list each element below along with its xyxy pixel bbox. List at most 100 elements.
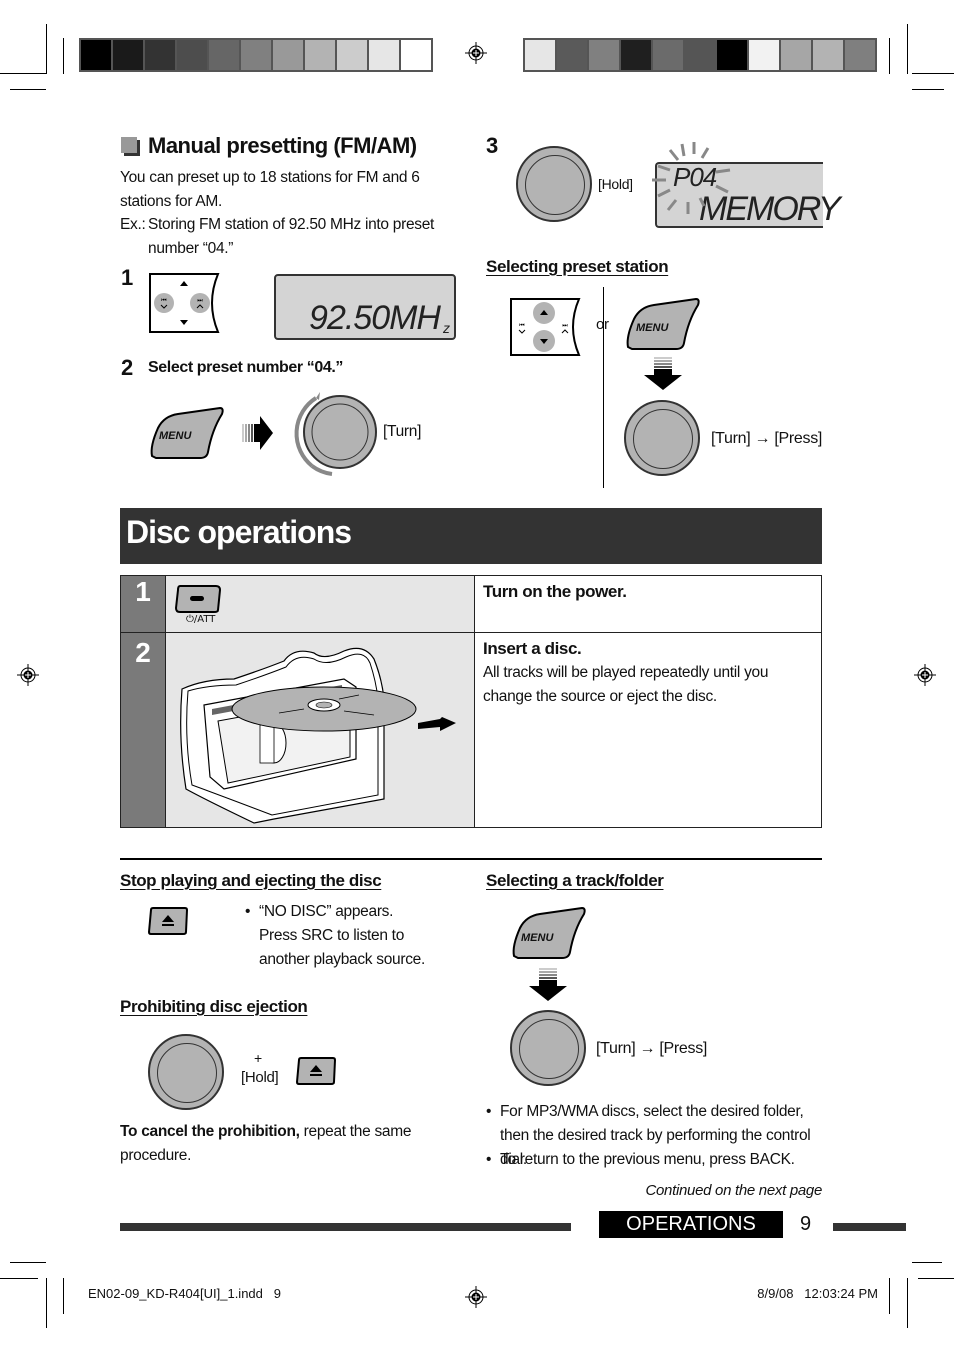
- crop-mark: [63, 38, 64, 74]
- right-arrow-icon: [242, 416, 273, 450]
- crop-mark: [46, 1278, 47, 1328]
- gray-swatch: [177, 40, 207, 70]
- cancel-prohibition-text: To cancel the prohibition, repeat the sa…: [120, 1120, 420, 1168]
- step-illustration: [165, 632, 475, 828]
- disc-operations-banner: Disc operations: [120, 508, 822, 564]
- crop-mark: [0, 73, 46, 74]
- gray-swatch: [685, 40, 715, 70]
- table-row: 2 Insert a disc. All tracks will be play…: [120, 632, 822, 828]
- gray-calibration-bar-right: [523, 38, 877, 72]
- step-illustration: ⏻/ATT: [165, 575, 475, 633]
- seek-pad-icon: ⏮ ⏭: [149, 273, 220, 333]
- step-number: 2: [120, 632, 166, 828]
- crop-mark: [889, 38, 890, 74]
- step-number: 2: [121, 355, 134, 380]
- continued-note: Continued on the next page: [645, 1182, 822, 1199]
- menu-button-label: MENU: [521, 932, 554, 944]
- down-arrow-icon: [644, 357, 682, 390]
- gray-swatch: [305, 40, 335, 70]
- gray-swatch: [749, 40, 779, 70]
- gray-swatch: [273, 40, 303, 70]
- eject-button-icon: [295, 1057, 337, 1085]
- step-number: 1: [120, 575, 166, 633]
- registration-mark-icon: [17, 664, 39, 686]
- down-arrow-icon: [529, 968, 567, 1001]
- gray-swatch: [81, 40, 111, 70]
- selecting-preset-title: Selecting preset station: [486, 257, 669, 276]
- dial-action-turn-press: [Turn] → [Press]: [596, 1040, 708, 1057]
- track-bullet-2: To return to the previous menu, press BA…: [500, 1151, 795, 1168]
- example-label: Ex.:: [120, 216, 146, 233]
- gray-calibration-bar-left: [79, 38, 433, 72]
- svg-text:⏭: ⏭: [197, 297, 203, 304]
- gray-swatch: [145, 40, 175, 70]
- step-text: Turn on the power.: [474, 575, 822, 633]
- section-square-icon: [121, 137, 137, 153]
- step-number: 3: [486, 133, 499, 158]
- control-dial-icon: [516, 146, 592, 222]
- crop-mark: [912, 1262, 942, 1263]
- crop-mark: [907, 24, 908, 74]
- crop-mark: [918, 1278, 954, 1279]
- control-dial-icon: [510, 1010, 586, 1086]
- section-rule: [120, 858, 822, 860]
- control-dial-icon: [624, 400, 700, 476]
- column-divider: [603, 287, 604, 488]
- hold-label: [Hold]: [241, 1069, 279, 1086]
- gray-swatch: [209, 40, 239, 70]
- crop-mark: [912, 89, 944, 90]
- blink-rays-icon: [652, 142, 731, 214]
- svg-text:⏮: ⏮: [161, 297, 167, 304]
- example-text: Storing FM station of 92.50 MHz into pre…: [148, 216, 435, 257]
- bullet-dot: •: [245, 903, 251, 920]
- svg-text:⏮: ⏮: [519, 322, 525, 329]
- disc-steps-table: 1 ⏻/ATT Turn on the power. 2 Insert a di…: [120, 575, 822, 828]
- slug-filename: EN02-09_KD-R404[UI]_1.indd 9: [88, 1286, 281, 1301]
- registration-mark-icon: [914, 664, 936, 686]
- gray-swatch: [337, 40, 367, 70]
- dial-action-turn: [Turn]: [383, 423, 422, 440]
- table-row: 1 ⏻/ATT Turn on the power.: [120, 575, 822, 633]
- crop-mark: [907, 1278, 908, 1328]
- menu-button-label: MENU: [159, 430, 192, 442]
- section-tab: OPERATIONS: [599, 1211, 783, 1238]
- gray-swatch: [557, 40, 587, 70]
- stop-ejecting-title: Stop playing and ejecting the disc: [120, 871, 382, 890]
- gray-swatch: [113, 40, 143, 70]
- control-dial-turn-icon: [294, 392, 377, 476]
- gray-swatch: [781, 40, 811, 70]
- crop-mark: [10, 1262, 46, 1263]
- press-src-text: Press SRC to listen to another playback …: [259, 927, 425, 968]
- lcd-frequency-text: 92.50MH: [309, 299, 441, 337]
- crop-mark: [46, 24, 47, 74]
- dial-action-hold: [Hold]: [598, 176, 633, 192]
- step-heading: Turn on the power.: [483, 582, 627, 601]
- crop-mark: [0, 1278, 38, 1279]
- lcd-frequency-suffix: z: [443, 320, 450, 336]
- svg-text:⏭: ⏭: [562, 322, 568, 329]
- registration-mark-icon: [465, 1286, 487, 1308]
- lcd-display-frequency: 92.50MH z: [274, 274, 456, 340]
- gray-swatch: [845, 40, 875, 70]
- crop-mark: [912, 73, 954, 74]
- registration-mark-icon: [465, 42, 487, 64]
- crop-mark: [10, 89, 46, 90]
- prohibiting-title: Prohibiting disc ejection: [120, 997, 308, 1016]
- eject-button-icon: [147, 907, 189, 935]
- gray-swatch: [589, 40, 619, 70]
- control-dial-icon: [148, 1034, 224, 1110]
- gray-swatch: [653, 40, 683, 70]
- step-text: Insert a disc. All tracks will be played…: [474, 632, 822, 828]
- crop-mark: [63, 1278, 64, 1314]
- disc-operations-title: Disc operations: [126, 514, 352, 550]
- bullet-dot: •: [486, 1103, 492, 1120]
- footer-rule-right: [833, 1223, 906, 1231]
- footer-rule-left: [120, 1223, 571, 1231]
- gray-swatch: [813, 40, 843, 70]
- step-body: All tracks will be played repeatedly unt…: [483, 664, 769, 705]
- seek-pad-updown-icon: ⏮ ⏭: [510, 298, 581, 356]
- selecting-track-title: Selecting a track/folder: [486, 871, 664, 890]
- page-number: 9: [800, 1213, 812, 1235]
- gray-swatch: [717, 40, 747, 70]
- crop-mark: [889, 1278, 890, 1314]
